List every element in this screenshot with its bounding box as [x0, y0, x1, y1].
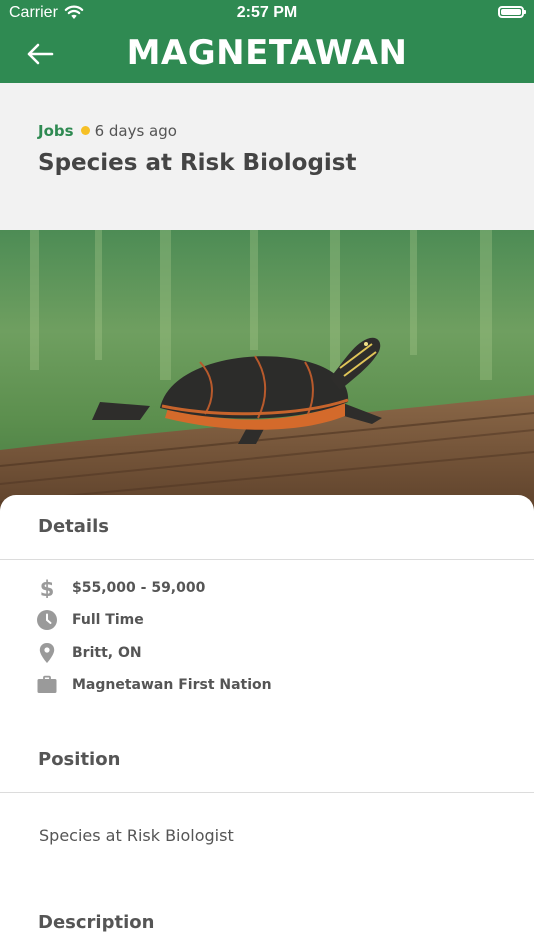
post-meta: Jobs 6 days ago [38, 122, 177, 140]
clock-icon [37, 610, 57, 630]
job-type-text: Full Time [72, 612, 144, 628]
salary-text: $55,000 - 59,000 [72, 580, 206, 596]
app-header: Carrier 2:57 PM MAGNETAWAN [0, 0, 534, 83]
location-text: Britt, ON [72, 645, 142, 661]
map-pin-icon [39, 643, 55, 663]
job-photo [0, 230, 534, 520]
category-label[interactable]: Jobs [38, 122, 74, 140]
battery-icon [498, 6, 526, 18]
details-heading: Details [38, 516, 109, 537]
description-heading: Description [38, 912, 155, 933]
details-card [0, 495, 534, 950]
divider [0, 792, 534, 793]
briefcase-icon [37, 675, 57, 693]
status-bar: Carrier 2:57 PM [0, 0, 534, 28]
employer-text: Magnetawan First Nation [72, 677, 272, 693]
clock: 2:57 PM [236, 4, 298, 21]
position-text: Species at Risk Biologist [39, 826, 234, 845]
posted-time: 6 days ago [94, 122, 177, 140]
position-heading: Position [38, 749, 121, 770]
brand-title: MAGNETAWAN [126, 33, 408, 73]
job-title: Species at Risk Biologist [38, 150, 357, 176]
divider [0, 559, 534, 560]
separator-dot [80, 126, 90, 135]
svg-text:$: $ [40, 578, 55, 598]
dollar-icon: $ [40, 578, 55, 598]
